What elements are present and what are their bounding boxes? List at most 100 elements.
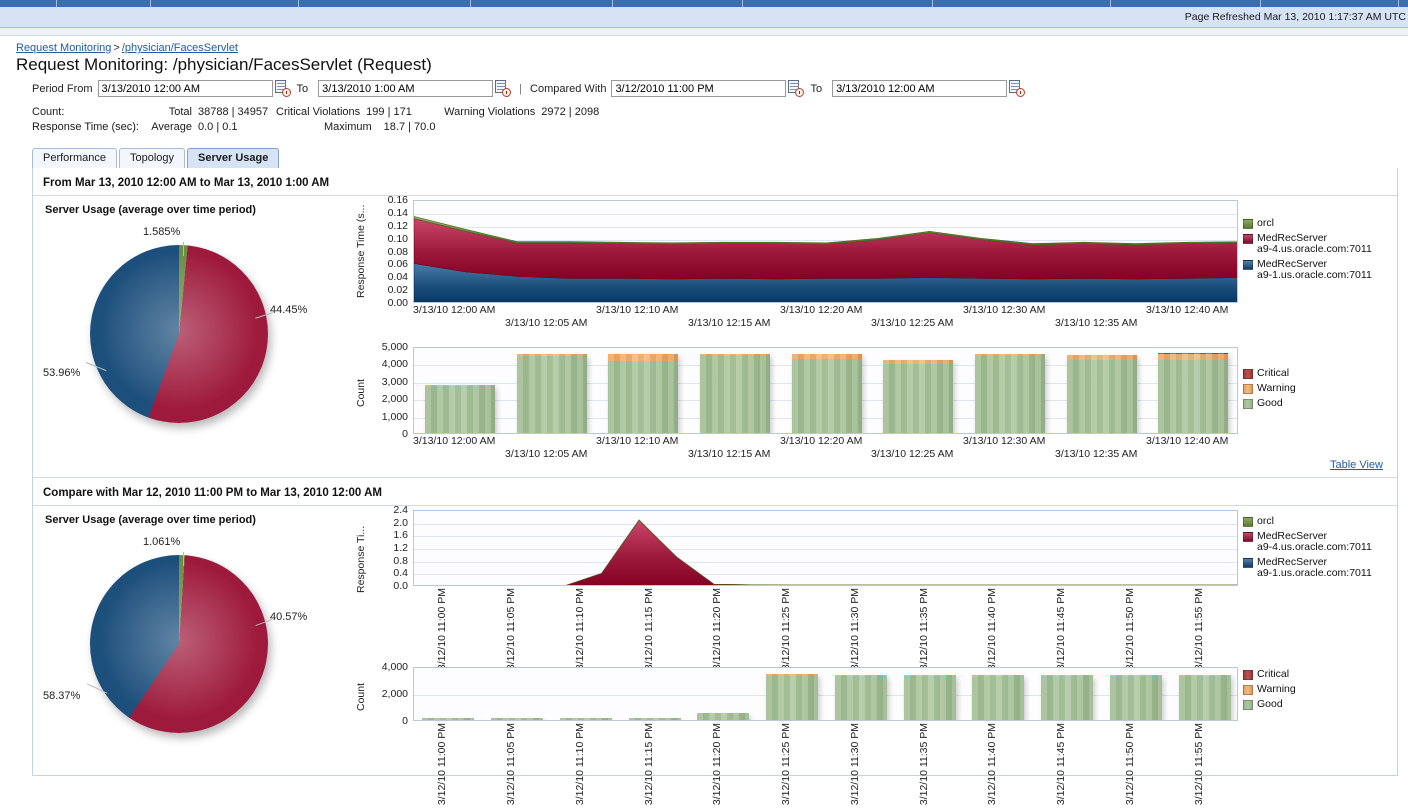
tab-performance[interactable]: Performance: [32, 148, 117, 168]
breadcrumb-current[interactable]: /physician/FacesServlet: [122, 42, 238, 54]
tab-topology[interactable]: Topology: [118, 148, 186, 168]
x-axis-tick: 3/13/10 12:00 AM: [413, 435, 496, 447]
calendar-picker-icon-to-2[interactable]: [1008, 80, 1026, 97]
y-axis-tick: 0.04: [387, 271, 408, 284]
x-axis-tick: 3/12/10 11:55 PM: [1193, 588, 1205, 671]
legend2-item-a91[interactable]: MedRecServer a9-1.us.oracle.com:7011: [1243, 557, 1403, 579]
legend-item-critical[interactable]: Critical: [1243, 368, 1363, 379]
server-usage-panel: From Mar 13, 2010 12:00 AM to Mar 13, 20…: [32, 168, 1398, 805]
bar-segment-good: [1067, 359, 1137, 433]
legend-item-good[interactable]: Good: [1243, 398, 1363, 409]
bar-segment-critical: [1158, 353, 1228, 354]
bar-segment-warning: [883, 360, 953, 365]
bar-segment-warning: [517, 354, 587, 357]
legend2-item-a94[interactable]: MedRecServer a9-4.us.oracle.com:7011: [1243, 531, 1403, 553]
bar-column[interactable]: [560, 718, 612, 720]
bar-column[interactable]: [1158, 353, 1228, 433]
area2-legend: orcl MedRecServer a9-4.us.oracle.com:701…: [1243, 516, 1403, 583]
legend2-label-a91: MedRecServer a9-1.us.oracle.com:7011: [1257, 556, 1372, 579]
area-series: [630, 584, 665, 585]
bar-column[interactable]: [608, 354, 678, 433]
pie2-label-a91: 40.57%: [270, 611, 308, 623]
legend-swatch-a94: [1243, 234, 1253, 244]
bar-column[interactable]: [700, 354, 770, 433]
bar-column[interactable]: [792, 354, 862, 433]
y-axis-tick: 0.08: [387, 245, 408, 258]
y-axis-tick: 4,000: [381, 661, 408, 673]
bar-chart-2[interactable]: Count 0 2,000 4,000 3/12/10 11:00 PM 3/12/1…: [353, 661, 1397, 805]
bar-segment-warning: [1110, 675, 1162, 676]
section2-header: Compare with Mar 12, 2010 11:00 PM to Ma…: [33, 477, 1397, 506]
metrics-count-row: Count: Total 38788 | 34957 Critical Viol…: [32, 105, 1400, 120]
bar-column[interactable]: [766, 674, 818, 720]
bar-column[interactable]: [975, 354, 1045, 433]
legend2-item-orcl[interactable]: orcl: [1243, 516, 1403, 527]
section2-left: Server Usage (average over time period) …: [33, 506, 353, 775]
bar-segment-warning: [1067, 355, 1137, 360]
calendar-picker-icon-to-1[interactable]: [494, 80, 512, 97]
table-view-link[interactable]: Table View: [1330, 459, 1383, 471]
x-axis-tick: 3/12/10 11:50 PM: [1124, 723, 1136, 806]
period-to-input-1[interactable]: [318, 80, 494, 97]
bar-column[interactable]: [904, 675, 956, 720]
bar-column[interactable]: [491, 718, 543, 720]
x-axis-tick: 3/12/10 11:25 PM: [780, 588, 792, 671]
period-from-input[interactable]: [97, 80, 273, 97]
y-axis-tick: 0: [402, 715, 408, 727]
pie-chart-2[interactable]: 1.061% 58.37% 40.57%: [33, 526, 353, 751]
period-to-label-1: To: [296, 82, 309, 95]
section2-pie-title: Server Usage (average over time period): [45, 514, 256, 526]
bar-segment-warning: [1158, 353, 1228, 361]
x-axis-tick: 3/12/10 11:15 PM: [643, 588, 655, 671]
legend2-item-critical[interactable]: Critical: [1243, 669, 1363, 680]
area-chart-1[interactable]: Response Time (s... 0.00 0.02 0.04 0.06 0.08…: [353, 194, 1397, 331]
bar-column[interactable]: [835, 675, 887, 720]
critical-violations-value: 199 | 171: [366, 106, 412, 118]
compared-with-input[interactable]: [611, 80, 787, 97]
legend2-item-warning[interactable]: Warning: [1243, 684, 1363, 695]
x-axis-tick: 3/12/10 11:25 PM: [780, 723, 792, 806]
bar1-legend: Critical Warning Good: [1243, 368, 1363, 413]
bar-column[interactable]: [883, 360, 953, 433]
bar-column[interactable]: [425, 385, 495, 433]
bar-column[interactable]: [972, 675, 1024, 720]
bar-segment-warning: [608, 354, 678, 361]
breadcrumb: Request Monitoring >/physician/FacesServl…: [8, 36, 1400, 55]
toolbar-spacer: [0, 28, 1408, 36]
x-axis-tick: 3/13/10 12:30 AM: [963, 435, 1046, 447]
bar-column[interactable]: [422, 718, 474, 720]
y-axis-tick: 0.16: [387, 194, 408, 206]
bar-column[interactable]: [1110, 675, 1162, 720]
bar-column[interactable]: [629, 718, 681, 720]
legend2-item-good[interactable]: Good: [1243, 699, 1363, 710]
bar-column[interactable]: [1067, 355, 1137, 433]
calendar-picker-icon-compared[interactable]: [787, 80, 805, 97]
calendar-picker-icon-from[interactable]: [274, 80, 291, 97]
legend-item-orcl[interactable]: orcl: [1243, 218, 1403, 229]
bar-segment-warning: [1041, 675, 1093, 676]
bar-column[interactable]: [1041, 675, 1093, 720]
pie-chart-1[interactable]: 1.585% 53.96% 44.45%: [33, 216, 353, 441]
y-axis-tick: 1.2: [393, 542, 408, 554]
bar-column[interactable]: [697, 713, 749, 720]
bar-column[interactable]: [1179, 675, 1231, 720]
bar-segment-good: [491, 718, 543, 720]
tab-server-usage[interactable]: Server Usage: [187, 148, 280, 168]
period-to-input-2[interactable]: [832, 80, 1008, 97]
area-series-group: [414, 216, 1237, 302]
breadcrumb-root-link[interactable]: Request Monitoring: [16, 42, 111, 54]
page-title: Request Monitoring: /physician/FacesServ…: [16, 55, 432, 74]
y-axis-tick: 2,000: [381, 393, 408, 406]
legend-item-a91[interactable]: MedRecServer a9-1.us.oracle.com:7011: [1243, 259, 1403, 281]
legend-item-a94[interactable]: MedRecServer a9-4.us.oracle.com:7011: [1243, 233, 1403, 255]
bar-segment-warning: [1179, 675, 1231, 676]
area-chart-2[interactable]: Response Ti... 0.0 0.4 0.8 1.2 1.6 2.0 2.4 3/1…: [353, 504, 1397, 670]
pie2-label-a94: 58.37%: [43, 690, 81, 702]
x-axis-tick: 3/13/10 12:40 AM: [1146, 304, 1229, 316]
y-axis-tick: 2,000: [381, 688, 408, 700]
legend-item-warning[interactable]: Warning: [1243, 383, 1363, 394]
bar-column[interactable]: [517, 354, 587, 433]
x-axis-tick: 3/12/10 11:05 PM: [505, 723, 517, 806]
legend2-label-a94: MedRecServer a9-4.us.oracle.com:7011: [1257, 530, 1372, 553]
bar-chart-1[interactable]: Count 0 1,000 2,000 3,000 4,000 5,000 3/13/10…: [353, 341, 1397, 460]
